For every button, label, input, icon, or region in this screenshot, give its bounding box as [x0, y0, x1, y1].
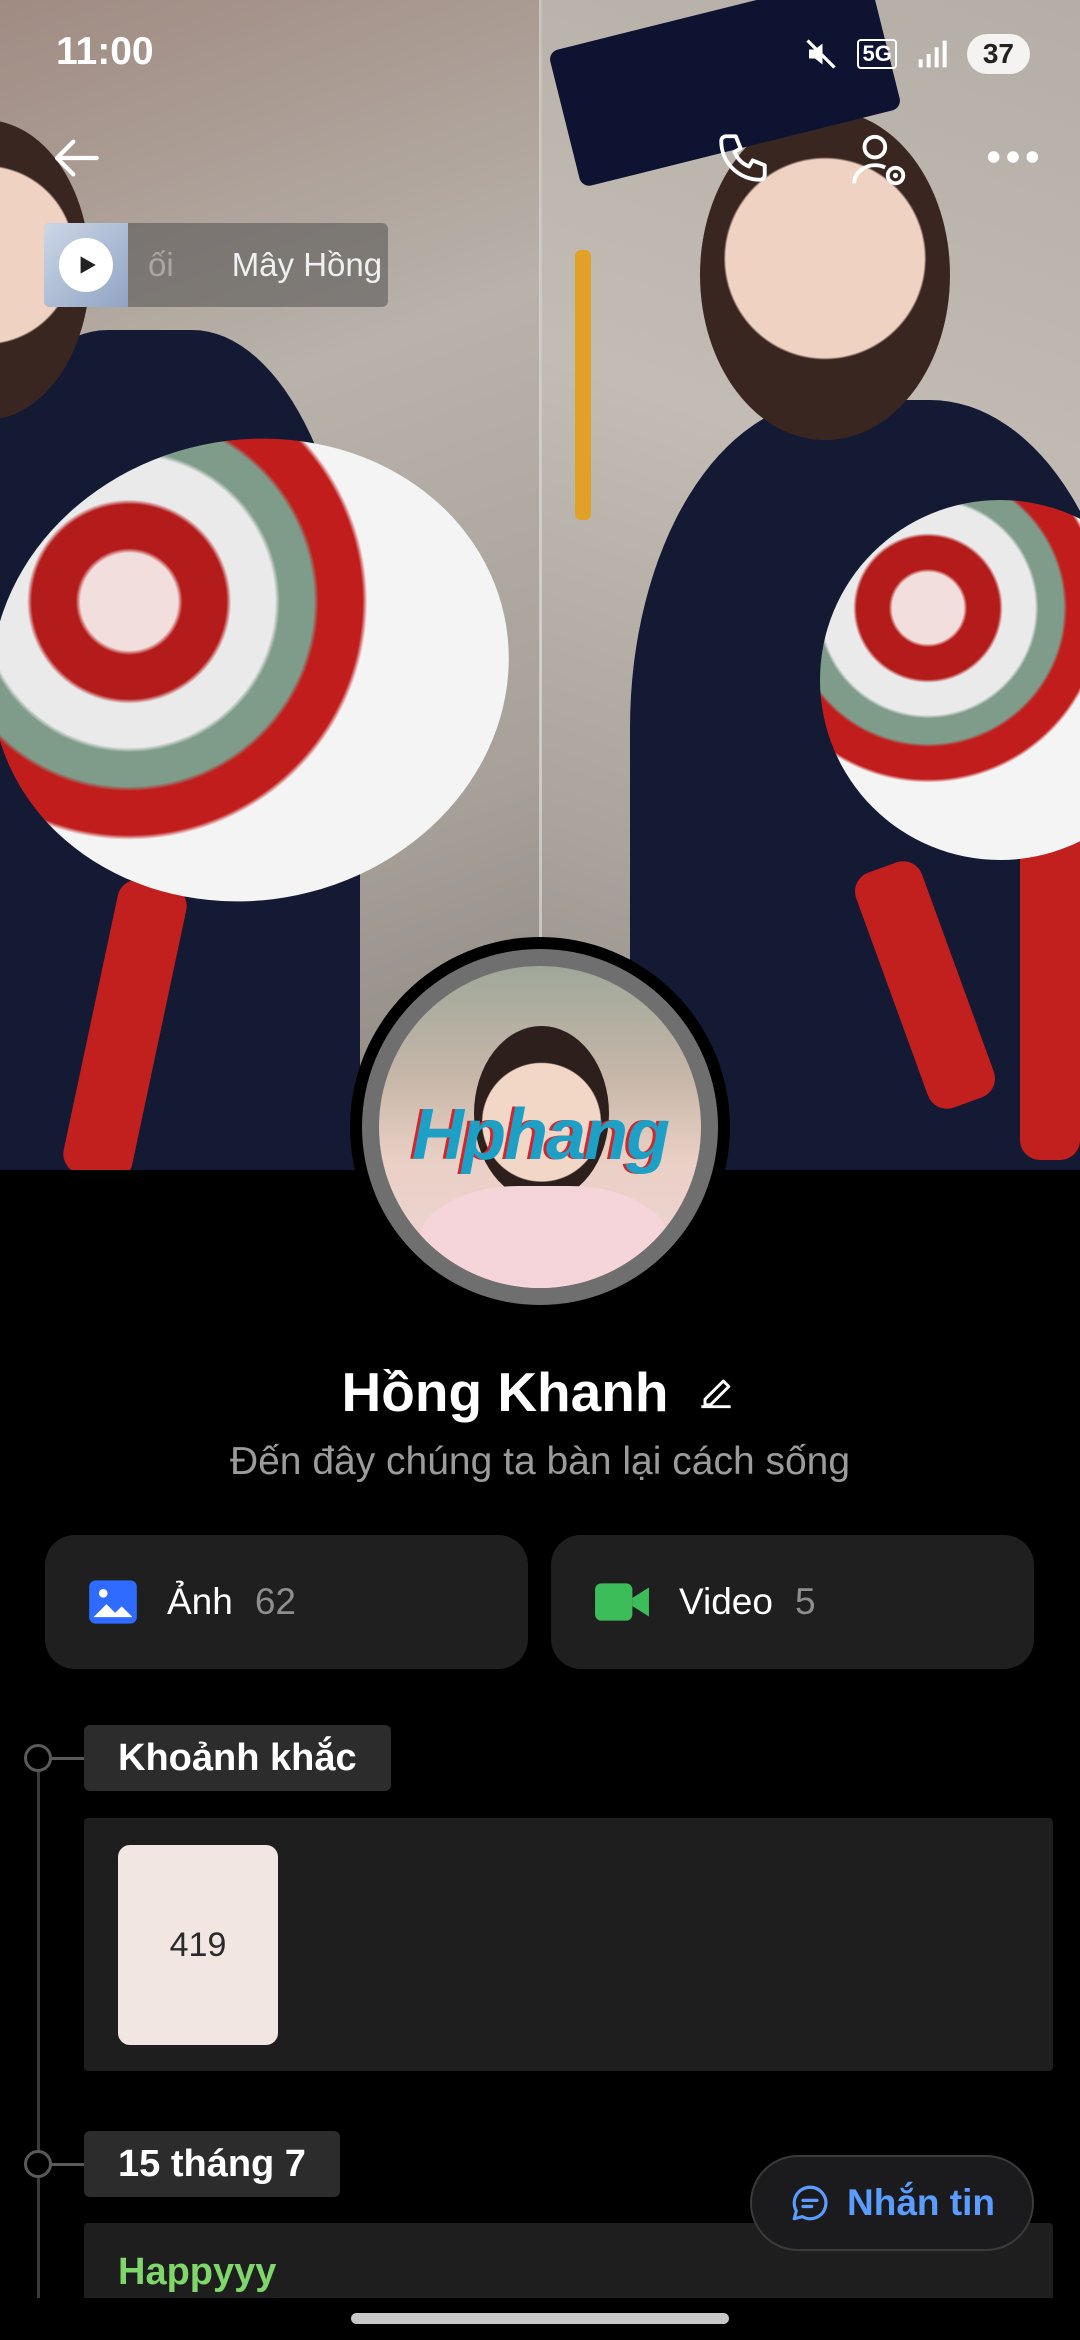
music-thumbnail [44, 223, 128, 307]
battery-icon: 37 [966, 34, 1030, 74]
post-text: Happyyy [118, 2251, 277, 2293]
timeline-dot [24, 1744, 52, 1772]
photos-label: Ảnh [167, 1581, 233, 1622]
profile-name: Hồng Khanh [341, 1361, 669, 1423]
photos-count: 62 [254, 1581, 296, 1622]
more-icon [987, 151, 1039, 163]
music-faded-text: ối [148, 246, 174, 283]
video-camera-icon [595, 1583, 649, 1621]
videos-count: 5 [794, 1581, 816, 1622]
videos-button[interactable]: Video 5 [551, 1535, 1034, 1669]
network-label: 5G [857, 39, 897, 69]
profile-status: Đến đây chúng ta bàn lại cách sống [229, 1440, 851, 1483]
moments-card: 419 [84, 1818, 1053, 2071]
avatar[interactable]: Hphang [379, 966, 701, 1288]
mute-icon [806, 39, 837, 69]
message-label: Nhắn tin [847, 2182, 995, 2223]
call-button[interactable] [705, 120, 781, 196]
avatar-ring[interactable]: Hphang [350, 937, 730, 1317]
back-button[interactable] [40, 120, 116, 196]
play-button[interactable] [59, 238, 113, 292]
status-bar: 11:00 5G 37 [0, 0, 1080, 110]
phone-icon [719, 134, 767, 182]
more-button[interactable] [975, 125, 1051, 189]
status-time: 11:00 [56, 30, 154, 73]
photos-button[interactable]: Ảnh 62 [45, 1535, 528, 1669]
friend-settings-icon [852, 134, 906, 186]
timeline-line [37, 1758, 40, 2318]
profile-name-row: Hồng Khanh [0, 1360, 1080, 1424]
chat-bubble-icon [792, 2185, 828, 2221]
moments-tag: Khoảnh khắc [84, 1725, 391, 1791]
timeline-dot [24, 2150, 52, 2178]
cap-tassel [575, 250, 591, 520]
music-title: Mây Hồng [231, 246, 383, 283]
avatar-border: Hphang [362, 949, 718, 1305]
play-icon [80, 256, 96, 274]
image-icon [89, 1580, 137, 1624]
videos-label: Video [679, 1581, 773, 1622]
status-icons: 5G 37 [803, 34, 1030, 74]
home-indicator[interactable] [351, 2313, 729, 2324]
profile-music-chip[interactable]: ối Mây Hồng [44, 223, 388, 307]
date-tag: 15 tháng 7 [84, 2131, 340, 2197]
music-title-marquee: ối Mây Hồng [128, 246, 388, 284]
signal-icon [918, 40, 947, 68]
edit-name-icon[interactable] [694, 1370, 738, 1414]
back-arrow-icon [54, 139, 99, 177]
message-button[interactable]: Nhắn tin [750, 2155, 1034, 2251]
avatar-body [419, 1186, 669, 1288]
friend-settings-button[interactable] [840, 120, 920, 200]
moment-tile[interactable]: 419 [118, 1845, 278, 2045]
avatar-watermark: Hphang [412, 1095, 670, 1175]
